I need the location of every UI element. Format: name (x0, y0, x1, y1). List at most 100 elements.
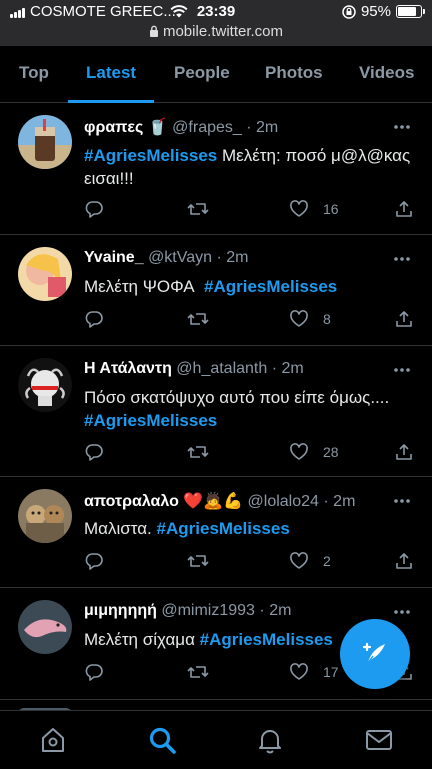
retweet-action[interactable] (187, 442, 223, 462)
heart-icon (290, 663, 308, 680)
avatar[interactable] (18, 115, 72, 169)
like-count: 16 (323, 201, 339, 217)
home-icon[interactable] (38, 725, 68, 755)
like-action[interactable]: 17 (289, 662, 339, 682)
heart-icon (290, 443, 308, 460)
avatar[interactable] (18, 600, 72, 654)
compose-feather-icon (362, 642, 385, 664)
heart-icon (290, 310, 308, 327)
tab-photos[interactable]: Photos (265, 46, 323, 102)
timestamp[interactable]: 2m (256, 119, 278, 136)
retweet-action[interactable] (187, 309, 223, 329)
retweet-action[interactable] (187, 551, 223, 571)
search-icon[interactable] (147, 725, 177, 755)
tweet-text: #AgriesMelisses Μελέτη: ποσό μ@λ@κας εισ… (84, 144, 414, 190)
more-dots-icon[interactable] (392, 249, 412, 269)
share-icon (396, 201, 412, 217)
tweet-text: Μαλιστα. #AgriesMelisses (84, 517, 414, 540)
tweet[interactable]: αποτραλαλο ❤️🙇💪 @lolalo24 · 2m Μαλιστα. … (0, 477, 432, 588)
share-icon (396, 553, 412, 569)
separator: · (271, 360, 278, 377)
like-action[interactable]: 2 (289, 551, 331, 571)
compose-button[interactable] (340, 619, 410, 689)
tweet-header: αποτραλαλο ❤️🙇💪 @lolalo24 · 2m (84, 491, 382, 511)
like-action[interactable]: 28 (289, 442, 339, 462)
retweet-action[interactable] (187, 199, 223, 219)
reply-action[interactable] (84, 662, 104, 682)
tweet-header: μιμηηηηή @mimiz1993 · 2m (84, 602, 382, 620)
separator: · (323, 493, 329, 510)
separator: · (246, 119, 252, 136)
hashtag-link[interactable]: #AgriesMelisses (84, 411, 217, 430)
like-action[interactable]: 8 (289, 309, 331, 329)
like-action[interactable]: 16 (289, 199, 339, 219)
timestamp[interactable]: 2m (226, 249, 248, 266)
handle[interactable]: @lolalo24 (248, 493, 319, 510)
battery-icon (396, 5, 425, 18)
tweet-body: Μελέτη ΨΟΦΑ (84, 277, 195, 296)
tweet[interactable]: φραπες 🥤 @frapes_ · 2m #AgriesMelisses Μ… (0, 103, 432, 235)
tweet[interactable]: Yvaine_ @ktVayn · 2m Μελέτη ΨΟΦΑ #Agries… (0, 235, 432, 346)
retweet-action[interactable] (187, 662, 223, 682)
more-dots-icon[interactable] (392, 360, 412, 380)
hashtag-link[interactable]: #AgriesMelisses (157, 519, 290, 538)
bell-icon[interactable] (255, 725, 285, 755)
more-dots-icon[interactable] (392, 491, 412, 511)
tab-videos[interactable]: Videos (359, 46, 414, 102)
status-bar: COSMOTE GREEC... 23:39 95% mobile.twitte… (0, 0, 432, 46)
tweet-header: Yvaine_ @ktVayn · 2m (84, 249, 382, 267)
reply-icon (85, 444, 103, 461)
hashtag-link[interactable]: #AgriesMelisses (204, 277, 337, 296)
reply-action[interactable] (84, 199, 104, 219)
tweet-body: Μελέτη σίχαμα (84, 630, 195, 649)
avatar[interactable] (18, 247, 72, 301)
reply-action[interactable] (84, 442, 104, 462)
more-dots-icon[interactable] (392, 117, 412, 137)
share-icon (396, 444, 412, 460)
reply-action[interactable] (84, 551, 104, 571)
tweet-actions: 2 (84, 551, 414, 573)
avatar[interactable] (18, 489, 72, 543)
separator: · (216, 249, 222, 266)
share-action[interactable] (394, 309, 414, 329)
tweet-text: Μελέτη ΨΟΦΑ #AgriesMelisses (84, 275, 414, 298)
reply-icon (85, 664, 103, 681)
tab-people[interactable]: People (174, 46, 230, 102)
address-bar[interactable]: mobile.twitter.com (0, 23, 432, 40)
tweet-body: Πόσο σκατόψυχο αυτό που είπε όμως.... (84, 388, 390, 407)
handle[interactable]: @ktVayn (148, 249, 212, 266)
display-name[interactable]: Η Ατάλαντη (84, 360, 172, 377)
heart-icon (290, 552, 308, 569)
hashtag-link[interactable]: #AgriesMelisses (84, 146, 217, 165)
handle[interactable]: @mimiz1993 (161, 602, 255, 619)
tab-top[interactable]: Top (19, 46, 49, 102)
mail-icon[interactable] (364, 725, 394, 755)
timestamp[interactable]: 2m (333, 493, 355, 510)
like-count: 2 (323, 553, 331, 569)
more-dots-icon[interactable] (392, 602, 412, 622)
display-name[interactable]: φραπες (84, 119, 143, 136)
reply-icon (85, 201, 103, 218)
timestamp[interactable]: 2m (282, 360, 304, 377)
tweet[interactable]: Η Ατάλαντη @h_atalanth · 2m Πόσο σκατόψυ… (0, 346, 432, 477)
reply-action[interactable] (84, 309, 104, 329)
like-count: 28 (323, 444, 339, 460)
display-name[interactable]: Yvaine_ (84, 249, 144, 266)
timestamp[interactable]: 2m (269, 602, 291, 619)
handle[interactable]: @frapes_ (172, 119, 242, 136)
tweet-actions: 28 (84, 442, 414, 464)
retweet-icon (187, 666, 209, 678)
avatar[interactable] (18, 358, 72, 412)
separator: · (259, 602, 265, 619)
share-action[interactable] (394, 199, 414, 219)
reply-icon (85, 553, 103, 570)
display-name[interactable]: αποτραλαλο (84, 493, 179, 510)
tab-latest[interactable]: Latest (67, 46, 155, 103)
hashtag-link[interactable]: #AgriesMelisses (200, 630, 333, 649)
share-action[interactable] (394, 551, 414, 571)
display-name[interactable]: μιμηηηηή (84, 602, 157, 619)
retweet-icon (187, 203, 209, 215)
handle[interactable]: @h_atalanth (176, 360, 267, 377)
share-action[interactable] (394, 442, 414, 462)
like-count: 8 (323, 311, 331, 327)
